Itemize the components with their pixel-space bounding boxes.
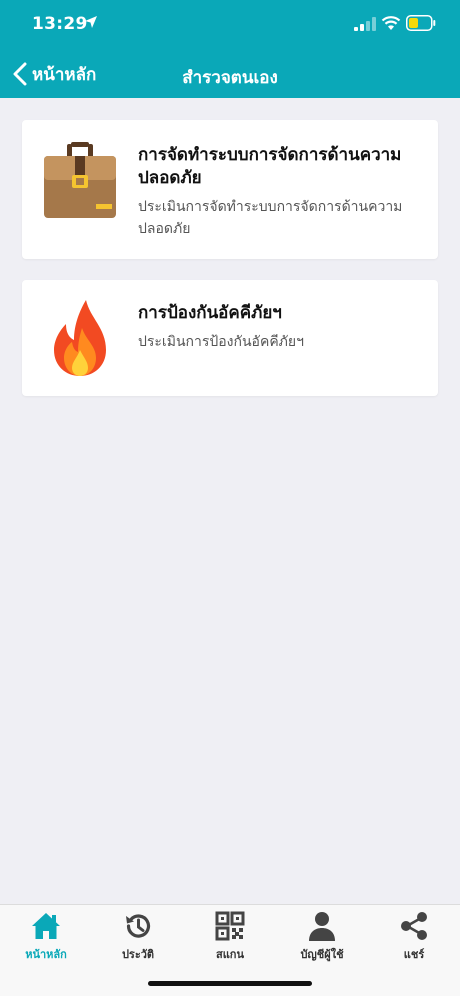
app-header: 13:29 หน้าหลัก สำรวจตนเอง (0, 0, 460, 98)
tab-label: แชร์ (403, 948, 425, 961)
battery-icon (406, 15, 436, 31)
tab-label: บัญชีผู้ใช้ (300, 948, 344, 961)
card-title: การจัดทำระบบการจัดการด้านความปลอดภัย (138, 145, 402, 188)
back-label: หน้าหลัก (32, 64, 97, 85)
chevron-left-icon (13, 62, 27, 86)
qr-code-icon (215, 911, 245, 941)
card-description: ประเมินการจัดทำระบบการจัดการด้านความปลอด… (138, 199, 403, 237)
tab-label: สแกน (216, 948, 244, 961)
nav-bar: หน้าหลัก สำรวจตนเอง (0, 50, 460, 98)
home-icon (32, 913, 60, 939)
safety-management-card[interactable]: การจัดทำระบบการจัดการด้านความปลอดภัย ประ… (22, 120, 438, 259)
tab-history[interactable]: ประวัติ (92, 911, 184, 967)
tab-label: หน้าหลัก (25, 948, 67, 961)
back-button[interactable]: หน้าหลัก (12, 60, 96, 88)
fire-icon (54, 300, 106, 376)
wifi-icon (381, 16, 401, 30)
share-icon (401, 912, 427, 940)
cellular-signal-icon (354, 17, 376, 31)
page-title: สำรวจตนเอง (182, 68, 278, 88)
card-description: ประเมินการป้องกันอัคคีภัยฯ (138, 334, 304, 350)
tab-home[interactable]: หน้าหลัก (0, 911, 92, 967)
status-time: 13:29 (32, 14, 88, 34)
tab-scan[interactable]: สแกน (184, 911, 276, 967)
tab-label: ประวัติ (121, 948, 155, 961)
tab-share[interactable]: แชร์ (368, 911, 460, 967)
home-indicator (148, 981, 312, 986)
card-title: การป้องกันอัคคีภัยฯ (138, 303, 282, 323)
status-bar: 13:29 (0, 0, 460, 50)
user-icon (309, 912, 335, 941)
fire-prevention-card[interactable]: การป้องกันอัคคีภัยฯ ประเมินการป้องกันอัค… (22, 280, 438, 396)
history-icon (126, 914, 151, 938)
tab-account[interactable]: บัญชีผู้ใช้ (276, 911, 368, 967)
briefcase-icon (44, 142, 116, 218)
location-arrow-icon (85, 16, 97, 28)
